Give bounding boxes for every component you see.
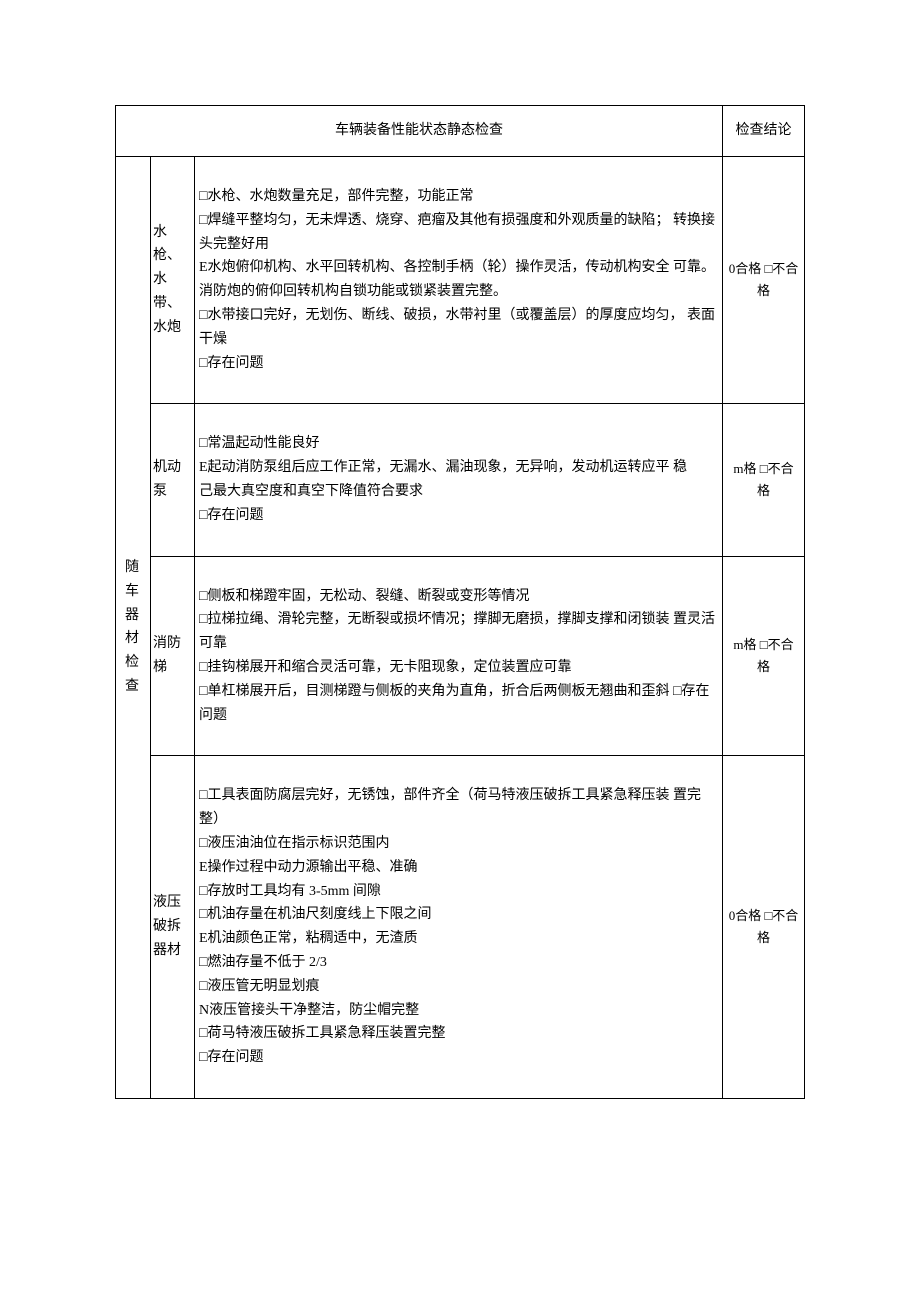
conclusion-cell: 0合格 □不合格 (723, 756, 805, 1099)
conclusion-cell: m格 □不合格 (723, 404, 805, 556)
conclusion-cell: 0合格 □不合格 (723, 157, 805, 404)
table-row: 机动泵 □常温起动性能良好E起动消防泵组后应工作正常，无漏水、漏油现象，无异响，… (116, 404, 805, 556)
header-conclusion: 检查结论 (723, 106, 805, 157)
table-row: 随 车 器 材 检 查 水枪、 水带、 水炮 □水枪、水炮数量充足，部件完整，功… (116, 157, 805, 404)
header-main: 车辆装备性能状态静态检查 (116, 106, 723, 157)
content-cell: □侧板和梯蹬牢固，无松动、裂缝、断裂或变形等情况□拉梯拉绳、滑轮完整，无断裂或损… (195, 556, 723, 756)
category-cell: 随 车 器 材 检 查 (116, 157, 151, 1099)
content-cell: □常温起动性能良好E起动消防泵组后应工作正常，无漏水、漏油现象，无异响，发动机运… (195, 404, 723, 556)
conclusion-cell: m格 □不合格 (723, 556, 805, 756)
content-cell: □工具表面防腐层完好，无锈蚀，部件齐全（荷马特液压破拆工具紧急释压装 置完整）□… (195, 756, 723, 1099)
subcategory-cell: 机动泵 (151, 404, 195, 556)
header-row: 车辆装备性能状态静态检查 检查结论 (116, 106, 805, 157)
subcategory-cell: 水枪、 水带、 水炮 (151, 157, 195, 404)
subcategory-cell: 消防梯 (151, 556, 195, 756)
subcategory-cell: 液压破拆器材 (151, 756, 195, 1099)
table-row: 消防梯 □侧板和梯蹬牢固，无松动、裂缝、断裂或变形等情况□拉梯拉绳、滑轮完整，无… (116, 556, 805, 756)
table-row: 液压破拆器材 □工具表面防腐层完好，无锈蚀，部件齐全（荷马特液压破拆工具紧急释压… (116, 756, 805, 1099)
inspection-table: 车辆装备性能状态静态检查 检查结论 随 车 器 材 检 查 水枪、 水带、 水炮… (115, 105, 805, 1099)
content-cell: □水枪、水炮数量充足，部件完整，功能正常□焊缝平整均匀，无未焊透、烧穿、疤瘤及其… (195, 157, 723, 404)
